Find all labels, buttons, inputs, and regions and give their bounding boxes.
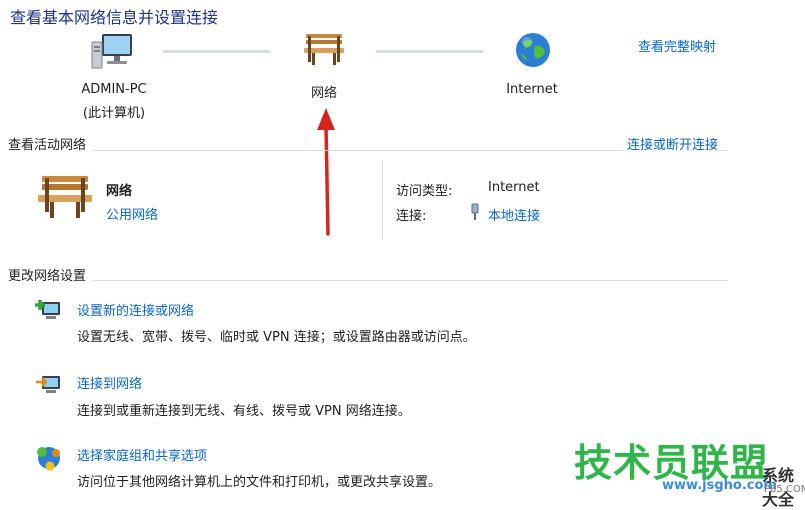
active-network-name: 网络: [106, 184, 133, 199]
watermark-url: www.jsgho.com: [662, 478, 777, 493]
connect-to-network-desc: 连接到或重新连接到无线、有线、拨号或 VPN 网络连接。: [77, 404, 411, 419]
network-node-label: 网络: [310, 86, 337, 101]
connect-network-icon: [34, 372, 64, 398]
annotation-arrow: [314, 108, 338, 236]
details-divider: [382, 160, 383, 240]
connector-pc-network: [163, 50, 270, 53]
page-title: 查看基本网络信息并设置连接: [10, 8, 219, 27]
connections-label: 连接:: [396, 209, 427, 224]
change-section-line: [8, 280, 728, 281]
access-type-value: Internet: [488, 180, 540, 195]
setup-new-connection-link[interactable]: 设置新的连接或网络: [77, 300, 194, 319]
new-connection-icon: [34, 298, 64, 324]
bench-icon: [300, 30, 348, 70]
connector-network-internet: [376, 50, 483, 53]
active-section-line: [8, 150, 728, 151]
access-type-label: 访问类型:: [396, 184, 453, 199]
connect-disconnect-link[interactable]: 连接或断开连接: [623, 134, 719, 153]
change-settings-heading: 更改网络设置: [8, 265, 93, 284]
bench-icon-large: [34, 172, 96, 222]
local-connection-link[interactable]: 本地连接: [488, 205, 540, 224]
ethernet-icon: [469, 203, 481, 221]
homegroup-icon: [34, 444, 64, 472]
homegroup-sharing-desc: 访问位于其他网络计算机上的文件和打印机，或更改共享设置。: [77, 475, 442, 490]
active-networks-heading: 查看活动网络: [8, 134, 93, 153]
pc-sub-label: (此计算机): [82, 106, 146, 121]
connect-to-network-link[interactable]: 连接到网络: [77, 373, 142, 392]
watermark-side-url: P85.COM: [764, 484, 805, 495]
globe-icon: [513, 30, 553, 70]
view-full-map-link[interactable]: 查看完整映射: [638, 36, 716, 55]
setup-new-connection-desc: 设置无线、宽带、拨号、临时或 VPN 连接；或设置路由器或访问点。: [77, 330, 476, 345]
internet-node-label: Internet: [506, 82, 558, 97]
computer-icon: [88, 30, 136, 72]
pc-name-label: ADMIN-PC: [81, 82, 147, 97]
homegroup-sharing-link[interactable]: 选择家庭组和共享选项: [77, 445, 207, 464]
network-type-link[interactable]: 公用网络: [106, 204, 158, 223]
